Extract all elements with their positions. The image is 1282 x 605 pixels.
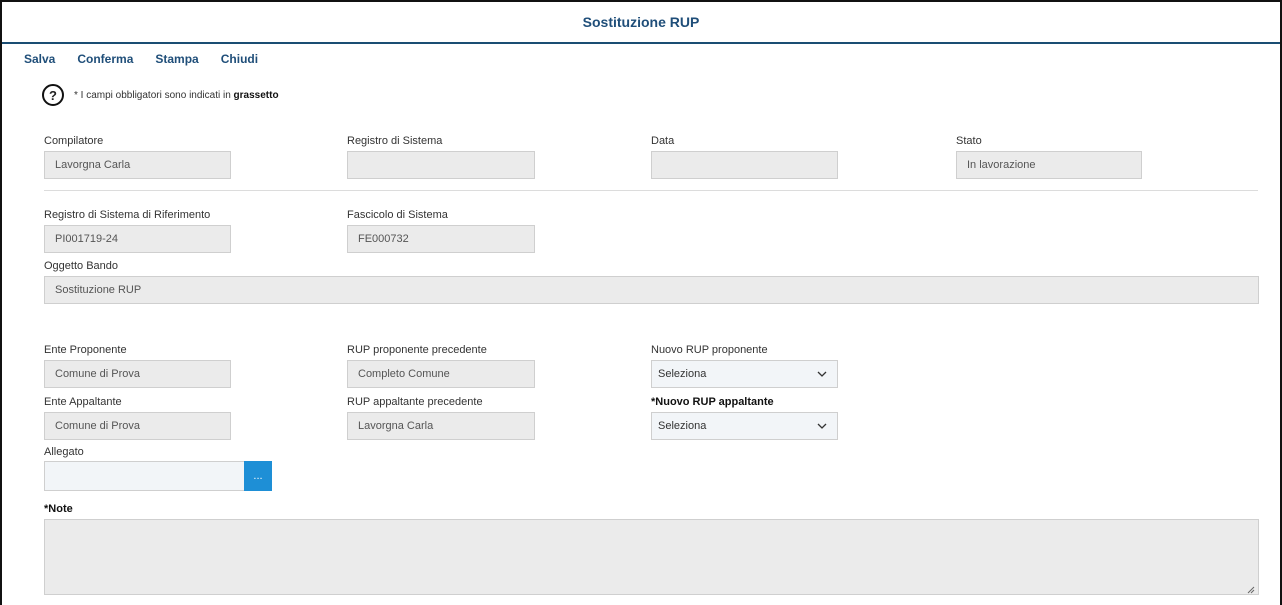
allegato-label: Allegato: [44, 446, 84, 458]
registro-riferimento-field[interactable]: PI001719-24: [44, 225, 231, 253]
compilatore-label: Compilatore: [44, 135, 104, 147]
nuovo-rup-appaltante-label: *Nuovo RUP appaltante: [651, 396, 774, 408]
ente-proponente-field[interactable]: Comune di Prova: [44, 360, 231, 388]
oggetto-field[interactable]: Sostituzione RUP: [44, 276, 1259, 304]
nuovo-rup-proponente-value: Seleziona: [658, 368, 707, 380]
chevron-down-icon: [817, 421, 827, 431]
allegato-input[interactable]: [44, 461, 245, 491]
required-fields-hint: ? * I campi obbligatori sono indicati in…: [42, 84, 279, 106]
ente-proponente-label: Ente Proponente: [44, 344, 127, 356]
window-frame: Sostituzione RUP Salva Conferma Stampa C…: [0, 0, 1282, 605]
registro-label: Registro di Sistema: [347, 135, 443, 147]
chevron-down-icon: [817, 369, 827, 379]
rup-proponente-precedente-field[interactable]: Completo Comune: [347, 360, 535, 388]
stato-label: Stato: [956, 135, 982, 147]
rup-appaltante-precedente-field[interactable]: Lavorgna Carla: [347, 412, 535, 440]
rup-appaltante-precedente-label: RUP appaltante precedente: [347, 396, 483, 408]
compilatore-field[interactable]: Lavorgna Carla: [44, 151, 231, 179]
nuovo-rup-appaltante-select[interactable]: Seleziona: [651, 412, 838, 440]
hint-bold-text: grassetto: [233, 89, 279, 101]
registro-riferimento-label: Registro di Sistema di Riferimento: [44, 209, 211, 221]
fascicolo-field[interactable]: FE000732: [347, 225, 535, 253]
divider: [44, 190, 1258, 191]
hint-text: * I campi obbligatori sono indicati in: [74, 89, 231, 101]
oggetto-label: Oggetto Bando: [44, 260, 119, 272]
ente-appaltante-field[interactable]: Comune di Prova: [44, 412, 231, 440]
page-title: Sostituzione RUP: [582, 14, 700, 30]
title-bar: Sostituzione RUP: [2, 2, 1280, 44]
ente-appaltante-label: Ente Appaltante: [44, 396, 122, 408]
question-circle-icon[interactable]: ?: [42, 84, 64, 106]
fascicolo-label: Fascicolo di Sistema: [347, 209, 448, 221]
nuovo-rup-proponente-label: Nuovo RUP proponente: [651, 344, 768, 356]
stato-field[interactable]: In lavorazione: [956, 151, 1142, 179]
confirm-button[interactable]: Conferma: [77, 52, 133, 66]
toolbar: Salva Conferma Stampa Chiudi: [24, 52, 280, 66]
data-label: Data: [651, 135, 675, 147]
data-field[interactable]: [651, 151, 838, 179]
note-label: *Note: [44, 503, 73, 515]
nuovo-rup-proponente-select[interactable]: Seleziona: [651, 360, 838, 388]
browse-button[interactable]: ...: [244, 461, 272, 491]
save-button[interactable]: Salva: [24, 52, 55, 66]
resize-grip-icon[interactable]: [1247, 583, 1255, 594]
print-button[interactable]: Stampa: [155, 52, 198, 66]
rup-proponente-precedente-label: RUP proponente precedente: [347, 344, 487, 356]
note-textarea[interactable]: [44, 519, 1259, 595]
close-button[interactable]: Chiudi: [221, 52, 258, 66]
registro-field[interactable]: [347, 151, 535, 179]
nuovo-rup-appaltante-value: Seleziona: [658, 420, 707, 432]
